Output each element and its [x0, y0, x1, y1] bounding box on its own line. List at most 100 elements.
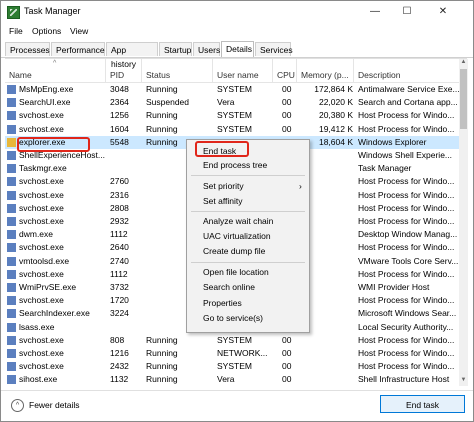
menu-separator [191, 175, 305, 176]
cell-user: SYSTEM [217, 110, 252, 121]
end-task-button[interactable]: End task [380, 395, 465, 413]
footer-bar: ^ Fewer details End task [1, 390, 473, 422]
column-memory[interactable]: Memory (p... [297, 59, 354, 82]
chevron-up-icon[interactable]: ^ [11, 399, 24, 412]
process-icon [7, 322, 16, 332]
cell-cpu: 00 [282, 123, 292, 134]
cell-name: svchost.exe [19, 123, 64, 134]
process-icon [7, 230, 16, 240]
cell-pid: 1256 [110, 110, 129, 121]
menu-item-open-file-location[interactable]: Open file location [203, 266, 303, 279]
column-user-name[interactable]: User name [213, 59, 273, 82]
fewer-details-link[interactable]: Fewer details [29, 400, 80, 410]
process-icon [7, 177, 16, 187]
scroll-down-icon[interactable]: ▼ [459, 377, 468, 386]
table-header: ^ Name PID Status User name CPU Memory (… [5, 59, 461, 83]
tab-users[interactable]: Users [193, 42, 220, 56]
cell-pid: 1132 [110, 374, 129, 385]
menu-item-set-priority[interactable]: Set priority › [203, 180, 303, 193]
cell-name: SearchUI.exe [19, 97, 71, 108]
menu-item-search-online[interactable]: Search online [203, 281, 303, 294]
sort-arrow-icon: ^ [53, 60, 57, 67]
maximize-button[interactable]: ☐ [393, 1, 421, 23]
cell-desc: VMware Tools Core Serv... [358, 255, 459, 266]
cell-desc: Host Process for Windo... [358, 216, 455, 226]
tab-details[interactable]: Details [221, 41, 254, 57]
title-bar[interactable]: Task Manager — ☐ ✕ [1, 1, 473, 23]
close-button[interactable]: ✕ [429, 1, 457, 23]
process-icon [7, 362, 16, 372]
table-row[interactable]: SearchUI.exe 2364 Suspended Vera 00 22,020 K S… [5, 96, 461, 109]
cell-pid: 1112 [110, 268, 128, 279]
cell-desc: Desktop Window Manag... [358, 229, 458, 240]
cell-user: SYSTEM [217, 361, 252, 372]
cell-pid: 1604 [110, 123, 129, 134]
cell-name: Taskmgr.exe [19, 163, 67, 174]
table-row[interactable]: MsMpEng.exe 3048 Running SYSTEM 00 172,864 K A… [5, 83, 461, 96]
cell-desc: Task Manager [358, 163, 412, 174]
process-icon [7, 164, 16, 174]
cell-cpu: 00 [282, 84, 292, 94]
menu-separator [191, 262, 305, 263]
tab-startup[interactable]: Startup [159, 42, 192, 56]
cell-cpu: 00 [282, 97, 292, 108]
tab-performance[interactable]: Performance [51, 42, 105, 56]
cell-name: MsMpEng.exe [19, 84, 74, 94]
cell-desc: Shell Infrastructure Host [358, 374, 450, 385]
table-row[interactable]: svchost.exe 1256 Running SYSTEM 00 20,380 K Ho… [5, 109, 461, 122]
column-status[interactable]: Status [142, 59, 213, 82]
cell-pid: 1112 [110, 229, 128, 240]
process-icon [7, 203, 16, 213]
column-description[interactable]: Description [354, 59, 461, 82]
cell-mem: 19,412 K [318, 123, 353, 134]
menu-item-end-process-tree[interactable]: End process tree [203, 159, 303, 172]
cell-pid: 5548 [110, 136, 129, 147]
cell-status: Running [146, 374, 178, 385]
table-row[interactable]: svchost.exe 2432 Running SYSTEM 00 Host Proce… [5, 360, 461, 373]
cell-user: SYSTEM [217, 123, 252, 134]
cell-pid: 2640 [110, 242, 129, 253]
process-icon [7, 269, 16, 279]
process-icon [7, 349, 16, 358]
menu-item-properties[interactable]: Properties [203, 297, 303, 310]
process-icon [7, 335, 16, 345]
task-manager-icon [7, 6, 20, 19]
vertical-scrollbar[interactable]: ▲ ▼ [459, 59, 468, 386]
cell-name: dwm.exe [19, 229, 54, 240]
menu-item-create-dump-file[interactable]: Create dump file [203, 245, 303, 258]
menu-item-analyze-wait-chain[interactable]: Analyze wait chain [203, 215, 303, 228]
cell-name: svchost.exe [19, 242, 64, 253]
explorer-highlight-box [17, 137, 90, 152]
tab-app-history[interactable]: App history [106, 42, 158, 69]
cell-desc: Host Process for Windo... [358, 268, 455, 279]
process-icon [7, 375, 16, 385]
scroll-up-icon[interactable]: ▲ [459, 59, 468, 68]
table-row[interactable]: svchost.exe 1216 Running NETWORK... 00 Host P… [5, 347, 461, 360]
column-pid[interactable]: PID [106, 59, 142, 82]
cell-pid: 1720 [110, 295, 129, 306]
table-row[interactable]: svchost.exe 808 Running SYSTEM 00 Host Proces… [5, 334, 461, 347]
column-name[interactable]: ^ Name [5, 59, 106, 82]
menu-item-set-affinity[interactable]: Set affinity [203, 195, 303, 208]
table-row[interactable]: sihost.exe 1132 Running Vera 00 Shell Infrast… [5, 373, 461, 386]
set-priority-label: Set priority [203, 181, 244, 191]
cell-cpu: 00 [282, 374, 292, 385]
cell-user: Vera [217, 374, 235, 385]
menu-file[interactable]: File [9, 26, 23, 36]
column-cpu[interactable]: CPU [273, 59, 297, 82]
cell-cpu: 00 [282, 110, 292, 121]
menu-item-uac-virtualization[interactable]: UAC virtualization [203, 230, 303, 243]
scroll-thumb[interactable] [460, 69, 467, 129]
menu-item-go-to-services[interactable]: Go to service(s) [203, 312, 303, 325]
table-row[interactable]: svchost.exe 1604 Running SYSTEM 00 19,412 K Ho… [5, 123, 461, 136]
menu-view[interactable]: View [70, 26, 88, 36]
minimize-button[interactable]: — [361, 1, 389, 23]
tab-services[interactable]: Services [255, 42, 293, 56]
cell-cpu: 00 [282, 334, 292, 345]
cell-name: WmiPrvSE.exe [19, 282, 77, 292]
cell-desc: Microsoft Windows Sear... [358, 308, 457, 319]
tab-processes[interactable]: Processes [5, 42, 50, 56]
cell-user: SYSTEM [217, 84, 252, 94]
menu-options[interactable]: Options [32, 26, 61, 36]
cell-desc: Search and Cortana app... [358, 97, 458, 108]
